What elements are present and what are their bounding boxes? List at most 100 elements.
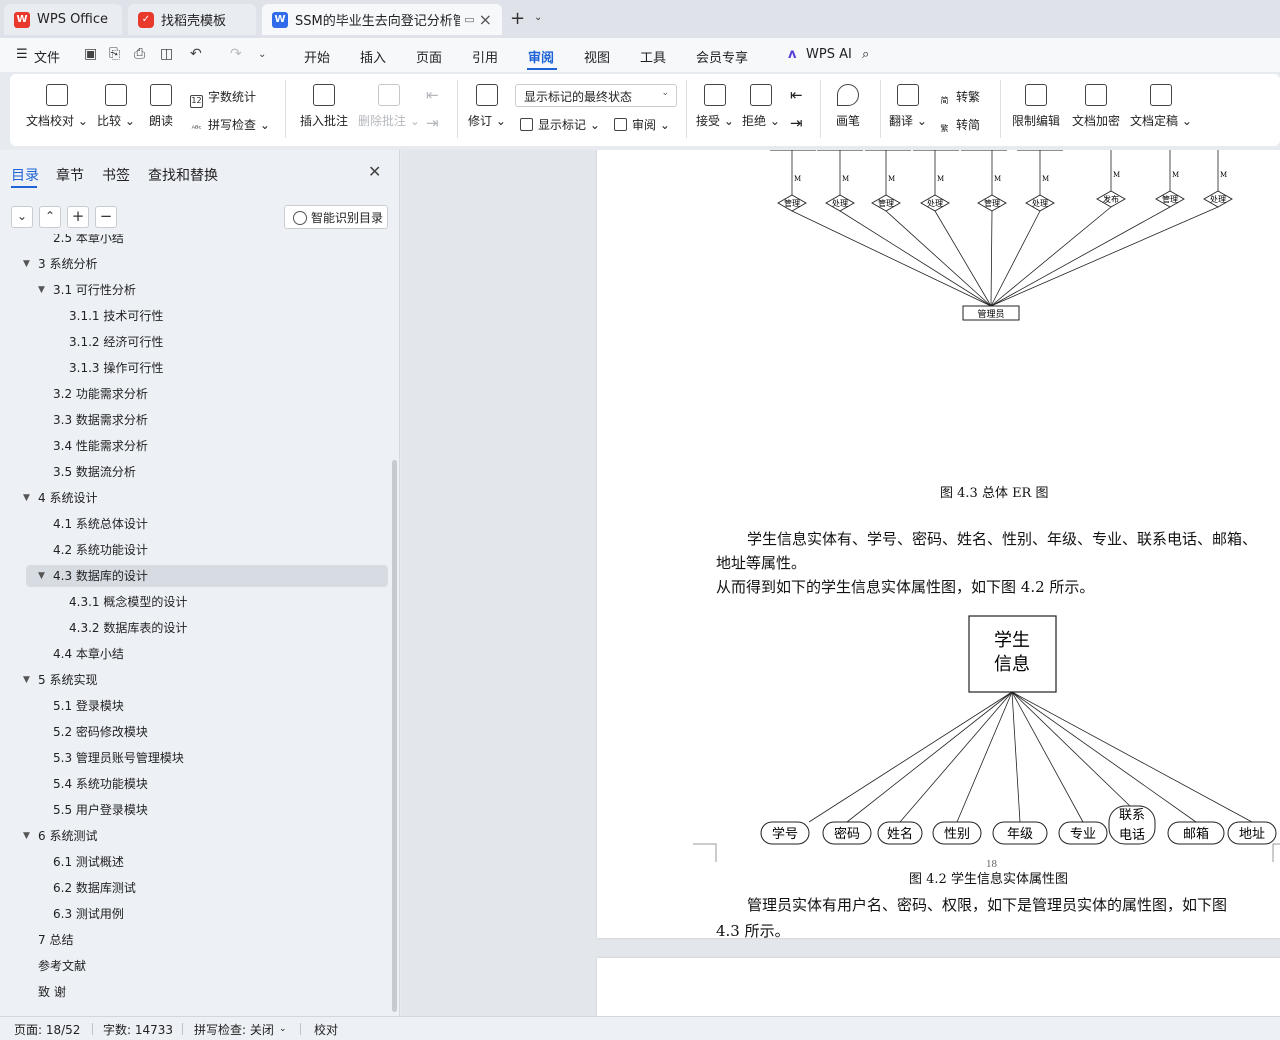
spell-check-button[interactable]: ᴬᴮᶜ 拼写检查 ⌄ [190, 116, 270, 137]
expand-triangle-icon[interactable]: ▼ [23, 825, 30, 847]
save-icon[interactable]: ▣ [84, 46, 97, 62]
tab-wps-office[interactable]: W WPS Office [4, 4, 122, 35]
toc-item[interactable]: ▼ 3 系统分析 [23, 253, 388, 275]
monitor-icon[interactable]: ▭ [464, 13, 474, 26]
accept-button[interactable]: 接受 ⌄ [694, 84, 736, 129]
next-change-icon[interactable]: ⇥ [790, 114, 803, 132]
remove-heading-button[interactable]: − [95, 206, 117, 228]
close-icon[interactable]: ✕ [368, 162, 381, 181]
toc-item[interactable]: 3.4 性能需求分析 [26, 435, 388, 457]
expand-triangle-icon[interactable]: ▼ [23, 253, 30, 275]
next-comment-icon[interactable]: ⇥ [426, 114, 439, 132]
menu-file[interactable]: 文件 [34, 47, 60, 66]
expand-down-button[interactable]: ⌄ [11, 206, 33, 228]
expand-triangle-icon[interactable]: ▼ [23, 669, 30, 691]
undo-icon[interactable]: ↶ [190, 46, 202, 62]
toc-item[interactable]: 4.2 系统功能设计 [26, 539, 388, 561]
markup-state-select[interactable]: 显示标记的最终状态 ⌄ [515, 84, 677, 107]
toc-item[interactable]: 3.5 数据流分析 [26, 461, 388, 483]
toc-item[interactable]: 3.1.1 技术可行性 [26, 305, 388, 327]
expand-triangle-icon[interactable]: ▼ [38, 279, 45, 301]
toc-item[interactable]: 5.5 用户登录模块 [26, 799, 388, 821]
toc-item[interactable]: 5.1 登录模块 [26, 695, 388, 717]
toc-item[interactable]: 3.1.3 操作可行性 [26, 357, 388, 379]
toc-item[interactable]: 3.2 功能需求分析 [26, 383, 388, 405]
tab-toc[interactable]: 目录 [11, 165, 39, 185]
menu-tools[interactable]: 工具 [640, 47, 666, 66]
expand-triangle-icon[interactable]: ▼ [38, 565, 45, 587]
menu-wps-ai[interactable]: WPS AI [806, 47, 852, 62]
close-tab-icon[interactable]: × [479, 10, 492, 29]
translate-button[interactable]: 翻译 ⌄ [886, 84, 930, 129]
read-aloud-button[interactable]: 朗读 [144, 84, 178, 129]
print-icon[interactable]: ⎙ [134, 46, 145, 62]
toc-item[interactable]: 6.1 测试概述 [26, 851, 388, 873]
toc-item[interactable]: 7 总结 [26, 929, 388, 951]
toc-item[interactable]: 3.1.2 经济可行性 [26, 331, 388, 353]
toc-item[interactable]: ▼ 5 系统实现 [23, 669, 388, 691]
toc-item[interactable]: 6.3 测试用例 [26, 903, 388, 925]
toc-item[interactable]: 4.4 本章小结 [26, 643, 388, 665]
toc-item[interactable]: 5.4 系统功能模块 [26, 773, 388, 795]
toc-item[interactable]: ▼ 4.3 数据库的设计 [26, 565, 388, 587]
tab-list-chevron-icon[interactable]: ⌄ [534, 12, 542, 23]
print-preview-icon[interactable]: ◫ [160, 46, 173, 62]
show-markup-button[interactable]: 显示标记 ⌄ [520, 116, 600, 133]
proof-status[interactable]: 校对 [314, 1021, 338, 1038]
toc-item[interactable]: 5.2 密码修改模块 [26, 721, 388, 743]
menu-view[interactable]: 视图 [584, 47, 610, 66]
tab-document[interactable]: W SSM的毕业生去向登记分析管 ▭ × [262, 4, 502, 35]
to-traditional-button[interactable]: 简转繁 [938, 88, 981, 109]
delete-comment-button[interactable]: 删除批注 ⌄ [356, 84, 422, 129]
toc-item[interactable]: 4.1 系统总体设计 [26, 513, 388, 535]
compare-button[interactable]: 比较 ⌄ [94, 84, 138, 129]
menu-page[interactable]: 页面 [416, 47, 442, 66]
collapse-up-button[interactable]: ⌃ [39, 206, 61, 228]
page-indicator[interactable]: 页面: 18/52 [14, 1021, 80, 1038]
add-heading-button[interactable]: + [67, 206, 89, 228]
insert-comment-button[interactable]: 插入批注 [296, 84, 352, 129]
search-icon[interactable]: ⌕ [862, 47, 869, 62]
export-icon[interactable]: ⎘ [109, 46, 120, 62]
toc-item[interactable]: 4.3.1 概念模型的设计 [26, 591, 388, 613]
finalize-button[interactable]: 文档定稿 ⌄ [1128, 84, 1194, 129]
encrypt-button[interactable]: 文档加密 [1068, 84, 1124, 129]
word-count-button[interactable]: 12 字数统计 [190, 88, 256, 108]
toc-item[interactable]: 6.2 数据库测试 [26, 877, 388, 899]
toc-item[interactable]: 5.3 管理员账号管理模块 [26, 747, 388, 769]
tab-chapters[interactable]: 章节 [56, 165, 84, 185]
toc-item[interactable]: 4.3.2 数据库表的设计 [26, 617, 388, 639]
toc-item[interactable]: 致 谢 [26, 981, 388, 1003]
reject-button[interactable]: 拒绝 ⌄ [740, 84, 782, 129]
hamburger-icon[interactable]: ☰ [16, 47, 28, 62]
tab-template[interactable]: ✓ 找稻壳模板 [128, 4, 256, 35]
toc-item[interactable]: 参考文献 [26, 955, 388, 977]
spell-check-status[interactable]: 拼写检查: 关闭 [194, 1021, 274, 1038]
doc-proof-button[interactable]: 文档校对 ⌄ [26, 84, 88, 129]
menu-reference[interactable]: 引用 [472, 47, 498, 66]
review-pane-button[interactable]: 审阅 ⌄ [614, 116, 670, 133]
toc-item[interactable]: ▼ 6 系统测试 [23, 825, 388, 847]
toc-item[interactable]: 2.5 本章小结 [26, 234, 388, 249]
menu-insert[interactable]: 插入 [360, 47, 386, 66]
track-changes-button[interactable]: 修订 ⌄ [466, 84, 508, 129]
menu-start[interactable]: 开始 [304, 47, 330, 66]
pen-button[interactable]: 画笔 [828, 84, 868, 129]
toc-item[interactable]: ▼ 4 系统设计 [23, 487, 388, 509]
smart-toc-button[interactable]: 智能识别目录 [284, 205, 388, 229]
menu-review[interactable]: 审阅 [528, 47, 554, 66]
chevron-down-icon[interactable]: ⌄ [279, 1024, 287, 1034]
tab-bookmarks[interactable]: 书签 [102, 165, 130, 185]
scrollbar[interactable] [392, 460, 397, 1012]
add-tab-button[interactable]: + [510, 8, 525, 29]
toc-item[interactable]: ▼ 3.1 可行性分析 [26, 279, 388, 301]
word-count-status[interactable]: 字数: 14733 [103, 1021, 173, 1038]
expand-triangle-icon[interactable]: ▼ [23, 487, 30, 509]
redo-icon[interactable]: ↷ [230, 46, 242, 62]
to-simplified-button[interactable]: 繁转简 [938, 116, 981, 137]
quick-access-chevron-icon[interactable]: ⌄ [258, 49, 266, 60]
menu-member[interactable]: 会员专享 [696, 47, 748, 66]
previous-change-icon[interactable]: ⇤ [790, 86, 803, 104]
toc-item[interactable]: 3.3 数据需求分析 [26, 409, 388, 431]
previous-comment-icon[interactable]: ⇤ [426, 86, 439, 104]
